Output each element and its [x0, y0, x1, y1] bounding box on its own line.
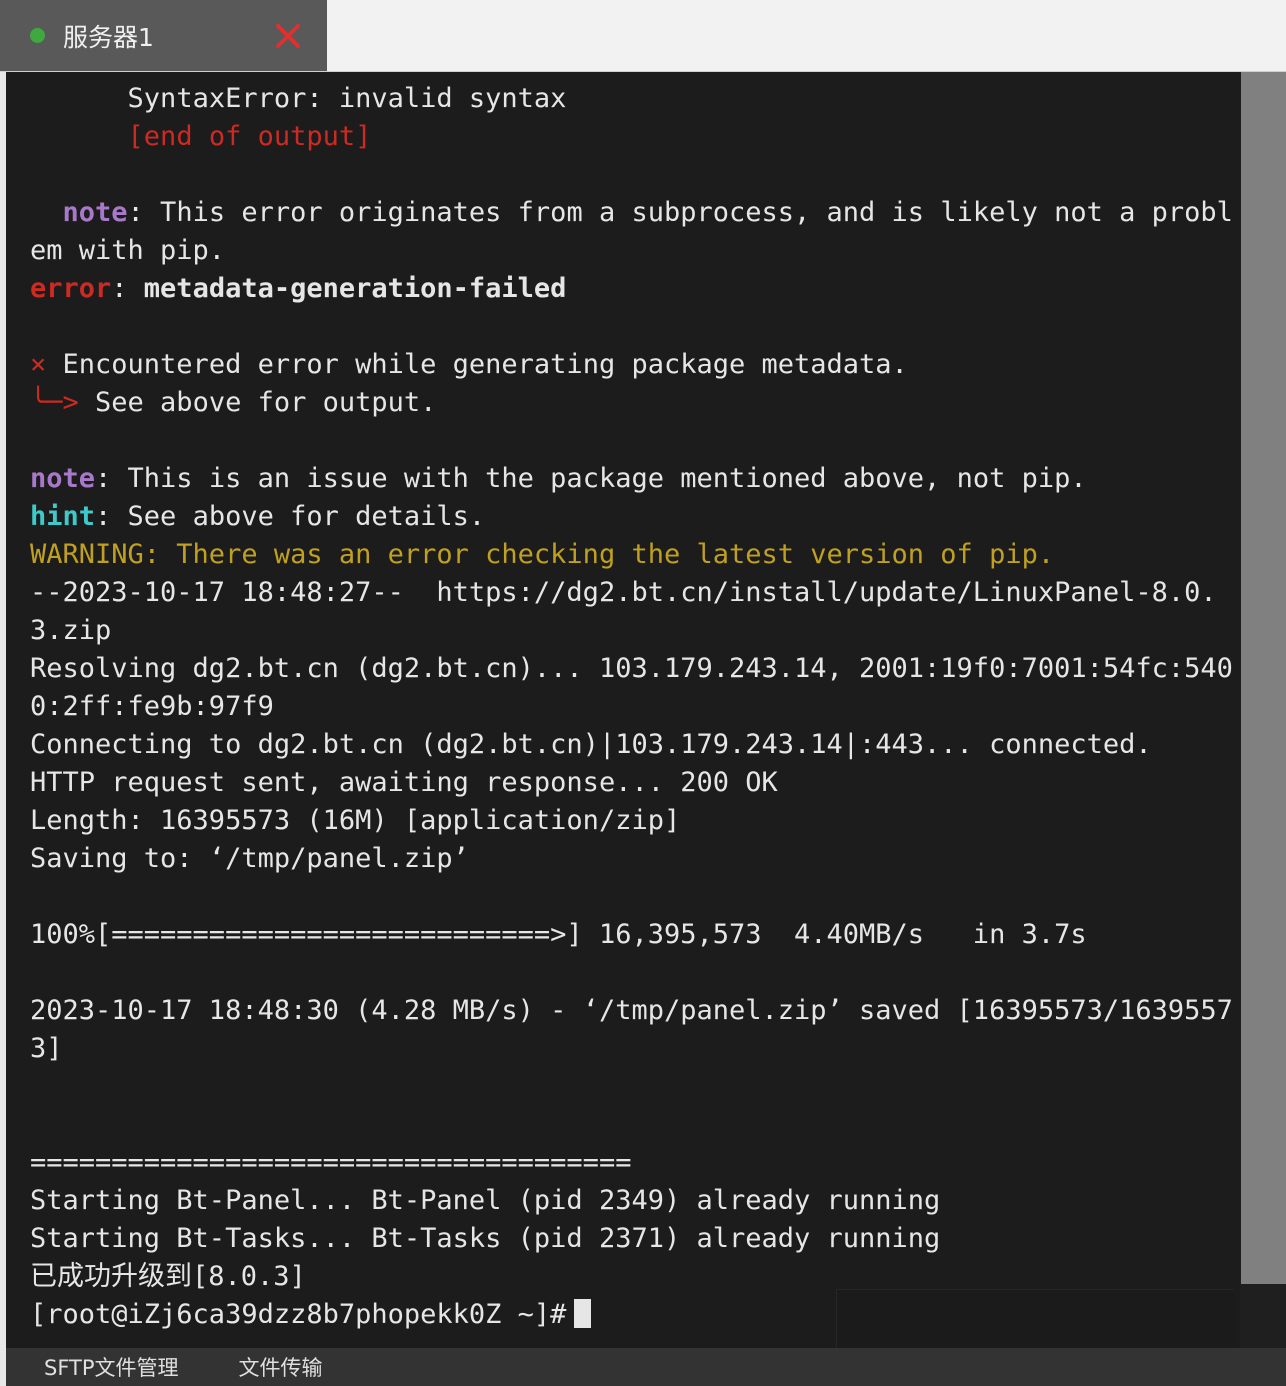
terminal-text: : This is an issue with the package ment…	[95, 463, 1087, 494]
terminal-prompt: [root@iZj6ca39dzz8b7phopekk0Z ~]#	[30, 1299, 567, 1330]
terminal-line: × Encountered error while generating pac…	[30, 346, 1240, 384]
terminal-text: Starting Bt-Tasks... Bt-Tasks (pid 2371)…	[30, 1223, 941, 1254]
session-tab-server1[interactable]: 服务器1	[0, 0, 327, 71]
terminal-text: hint	[30, 501, 96, 532]
terminal-text: metadata-generation-failed	[143, 273, 567, 304]
terminal-text: :	[111, 273, 144, 304]
terminal-line: error: metadata-generation-failed	[30, 270, 1240, 308]
terminal-line: SyntaxError: invalid syntax	[30, 80, 1240, 118]
terminal-text: note	[30, 463, 96, 494]
terminal-scrollbar[interactable]	[1240, 72, 1286, 1348]
connection-status-dot-icon	[30, 28, 45, 43]
terminal-prompt-line[interactable]: [root@iZj6ca39dzz8b7phopekk0Z ~]#	[30, 1296, 1240, 1334]
terminal-line: [end of output]	[30, 118, 1240, 156]
terminal-text: SyntaxError: invalid syntax	[30, 83, 567, 114]
close-icon[interactable]	[273, 21, 303, 51]
session-tab-label: 服务器1	[63, 22, 154, 52]
terminal-text: note	[62, 197, 128, 228]
tab-bar: 服务器1	[0, 0, 1286, 72]
terminal-text: =====================================	[30, 1147, 632, 1178]
bottom-tab-sftp-manager[interactable]: SFTP文件管理	[44, 1352, 179, 1382]
terminal-line: Length: 16395573 (16M) [application/zip]	[30, 802, 1240, 840]
bottom-tab-bar: SFTP文件管理 文件传输	[0, 1348, 1286, 1386]
terminal-text: Connecting to dg2.bt.cn (dg2.bt.cn)|103.…	[30, 729, 1152, 760]
terminal-line: Resolving dg2.bt.cn (dg2.bt.cn)... 103.1…	[30, 650, 1240, 726]
terminal-text: HTTP request sent, awaiting response... …	[30, 767, 778, 798]
terminal-line: Starting Bt-Panel... Bt-Panel (pid 2349)…	[30, 1182, 1240, 1220]
bottom-tab-file-transfer[interactable]: 文件传输	[239, 1352, 323, 1382]
terminal-text: 已成功升级到[8.0.3]	[30, 1261, 306, 1292]
terminal-text: WARNING: There was an error checking the…	[30, 539, 1055, 570]
terminal-cursor	[574, 1299, 592, 1328]
terminal-text: : See above for details.	[95, 501, 486, 532]
terminal-text: ╰─>	[30, 387, 96, 418]
terminal-text: Resolving dg2.bt.cn (dg2.bt.cn)... 103.1…	[30, 653, 1233, 722]
terminal-text: : This error originates from a subproces…	[30, 197, 1233, 266]
terminal-text: Saving to: ‘/tmp/panel.zip’	[30, 843, 469, 874]
terminal-area: SyntaxError: invalid syntax [end of outp…	[0, 72, 1286, 1348]
terminal-line: Saving to: ‘/tmp/panel.zip’	[30, 840, 1240, 878]
terminal-text: --2023-10-17 18:48:27-- https://dg2.bt.c…	[30, 577, 1217, 646]
terminal-line: note: This error originates from a subpr…	[30, 194, 1240, 270]
terminal-line: note: This is an issue with the package …	[30, 460, 1240, 498]
terminal-text: Starting Bt-Panel... Bt-Panel (pid 2349)…	[30, 1185, 941, 1216]
terminal-line: ╰─> See above for output.	[30, 384, 1240, 422]
terminal-text: Length: 16395573 (16M) [application/zip]	[30, 805, 681, 836]
terminal-text: ×	[30, 349, 63, 380]
tab-bar-empty-area[interactable]	[327, 0, 1286, 71]
terminal-text: 2023-10-17 18:48:30 (4.28 MB/s) - ‘/tmp/…	[30, 995, 1233, 1064]
terminal-line: Starting Bt-Tasks... Bt-Tasks (pid 2371)…	[30, 1220, 1240, 1258]
terminal-line: 已成功升级到[8.0.3]	[30, 1258, 1240, 1296]
terminal-line: hint: See above for details.	[30, 498, 1240, 536]
terminal-text: See above for output.	[95, 387, 437, 418]
terminal-line: 2023-10-17 18:48:30 (4.28 MB/s) - ‘/tmp/…	[30, 992, 1240, 1068]
terminal-line: =====================================	[30, 1144, 1240, 1182]
terminal-text: error	[30, 273, 112, 304]
terminal-output[interactable]: SyntaxError: invalid syntax [end of outp…	[6, 72, 1240, 1348]
terminal-line: 100%[===========================>] 16,39…	[30, 916, 1240, 954]
terminal-line: --2023-10-17 18:48:27-- https://dg2.bt.c…	[30, 574, 1240, 650]
terminal-app-window: 服务器1 SyntaxError: invalid syntax [end of…	[0, 0, 1286, 1386]
terminal-line: Connecting to dg2.bt.cn (dg2.bt.cn)|103.…	[30, 726, 1240, 764]
terminal-text: 100%[===========================>] 16,39…	[30, 919, 1087, 950]
terminal-line: HTTP request sent, awaiting response... …	[30, 764, 1240, 802]
terminal-text: Encountered error while generating packa…	[62, 349, 908, 380]
terminal-text: [end of output]	[30, 121, 372, 152]
terminal-scrollbar-thumb[interactable]	[1241, 72, 1286, 1285]
terminal-line: WARNING: There was an error checking the…	[30, 536, 1240, 574]
